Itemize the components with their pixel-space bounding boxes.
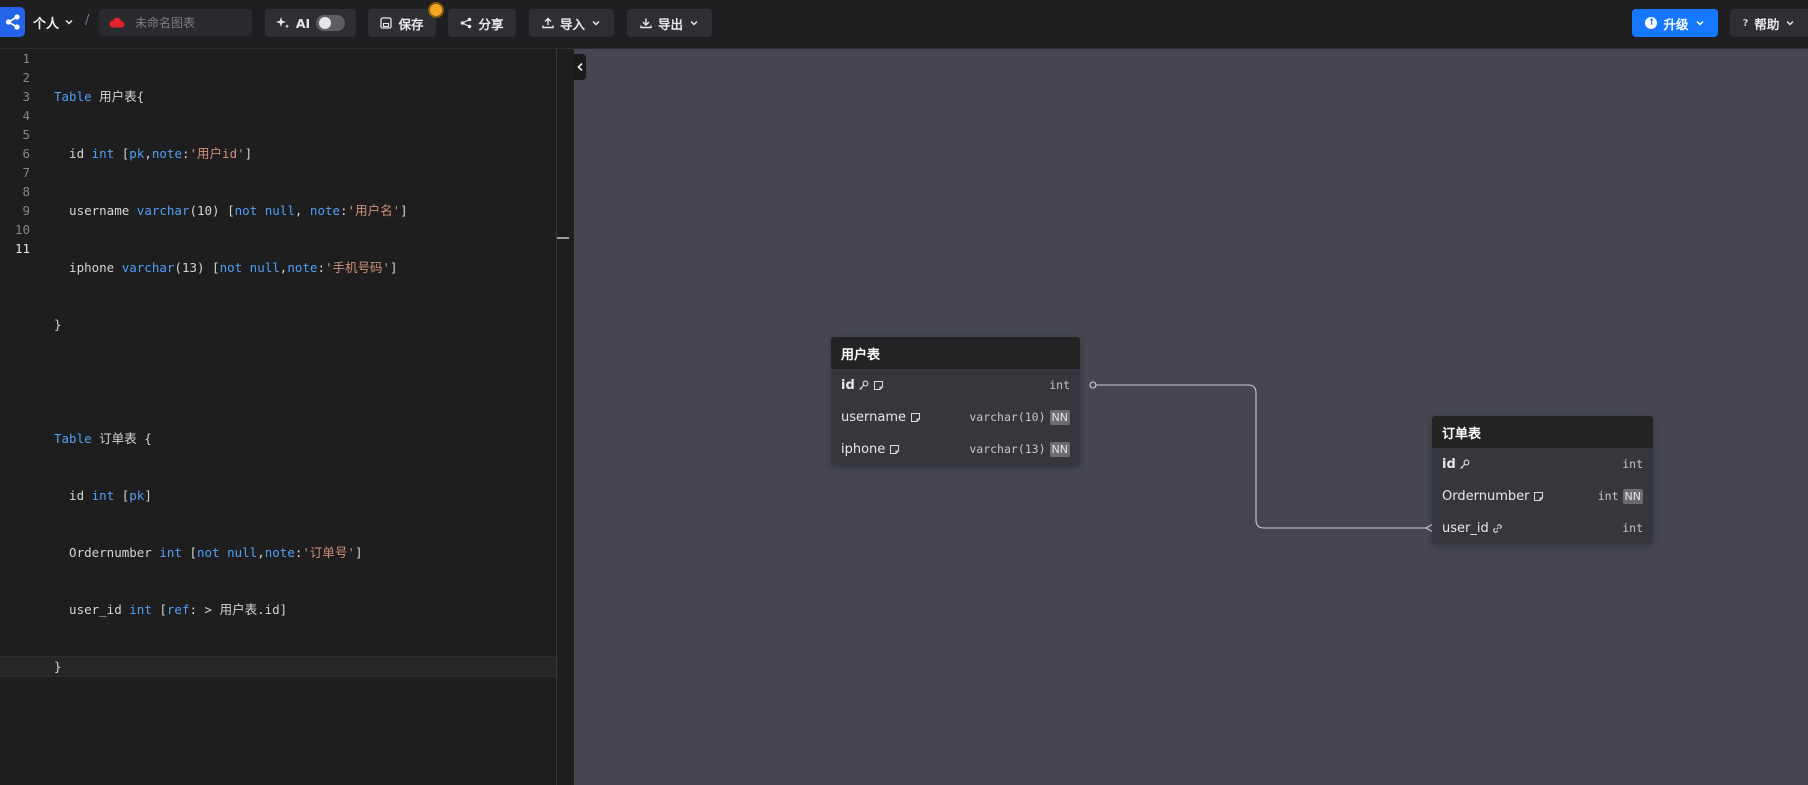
- field-type: int: [1049, 378, 1070, 392]
- workspace-selector[interactable]: 个人: [33, 12, 74, 32]
- code-line: }: [54, 317, 62, 332]
- line-number: 2: [22, 70, 30, 85]
- chevron-down-icon: [64, 17, 74, 27]
- save-icon: [380, 17, 393, 29]
- sparkles-icon: [275, 16, 290, 30]
- save-button[interactable]: 保存: [368, 9, 436, 37]
- code-line: id int [pk,note:'用户id']: [54, 146, 253, 161]
- table-header[interactable]: 订单表: [1432, 416, 1653, 448]
- chevron-down-icon: [689, 18, 699, 28]
- diagram-name-field[interactable]: [99, 9, 252, 36]
- field-name: id: [841, 378, 885, 393]
- field-name: user_id: [1442, 521, 1504, 536]
- field-type: varchar(13) NN: [969, 441, 1070, 457]
- help-button[interactable]: ? 帮助: [1730, 9, 1808, 37]
- download-icon: [640, 17, 652, 29]
- unsaved-indicator: [430, 4, 442, 16]
- line-numbers: 1 2 3 4 5 6 7 8 9 10 11: [0, 49, 30, 258]
- note-icon: [873, 379, 885, 391]
- line-number: 3: [22, 89, 30, 104]
- save-label: 保存: [398, 16, 424, 32]
- ai-button[interactable]: AI: [265, 9, 356, 37]
- ai-toggle[interactable]: [316, 15, 346, 31]
- table-field-row[interactable]: username varchar(10) NN: [831, 401, 1080, 433]
- table-card-orders[interactable]: 订单表 id int Ordernumber int NN user_id int: [1432, 416, 1653, 544]
- breadcrumb-separator: /: [85, 13, 90, 28]
- table-field-row[interactable]: Ordernumber int NN: [1432, 480, 1653, 512]
- table-field-row[interactable]: iphone varchar(13) NN: [831, 433, 1080, 465]
- key-icon: [858, 379, 870, 391]
- table-card-users[interactable]: 用户表 id int username varchar(10) NN iphone…: [831, 337, 1080, 465]
- import-label: 导入: [559, 16, 585, 32]
- code-line: Table 用户表{: [54, 89, 145, 104]
- note-icon: [1532, 490, 1544, 502]
- arrow-up-circle-icon: ↑: [1645, 17, 1658, 29]
- field-name: username: [841, 410, 921, 425]
- code-text[interactable]: Table 用户表{ id int [pk,note:'用户id'] usern…: [0, 49, 560, 714]
- code-line: Ordernumber int [not null,note:'订单号']: [54, 545, 363, 560]
- table-field-row[interactable]: id int: [1432, 448, 1653, 480]
- upload-icon: [542, 17, 554, 29]
- code-line: iphone varchar(13) [not null,note:'手机号码'…: [54, 260, 398, 275]
- share-button[interactable]: 分享: [448, 9, 516, 37]
- chevron-down-icon: [591, 18, 601, 28]
- field-type: int: [1622, 521, 1643, 535]
- collapse-editor-button[interactable]: [574, 54, 586, 80]
- line-number-active: 11: [14, 241, 30, 256]
- upgrade-label: 升级: [1663, 16, 1689, 32]
- field-name: id: [1442, 457, 1471, 472]
- line-number: 5: [22, 127, 30, 142]
- line-number: 8: [22, 184, 30, 199]
- import-button[interactable]: 导入: [529, 9, 614, 37]
- not-null-badge: NN: [1622, 488, 1643, 504]
- table-field-row[interactable]: user_id int: [1432, 512, 1653, 544]
- diagram-name-input[interactable]: [133, 14, 247, 31]
- field-type: int: [1622, 457, 1643, 471]
- line-number: 7: [22, 165, 30, 180]
- code-line: user_id int [ref: > 用户表.id]: [54, 602, 288, 617]
- line-number: 4: [22, 108, 30, 123]
- chevron-down-icon: [1785, 18, 1795, 28]
- cloud-icon: [109, 17, 125, 28]
- field-name: iphone: [841, 442, 900, 457]
- note-icon: [888, 443, 900, 455]
- help-label: 帮助: [1754, 16, 1780, 32]
- line-number: 6: [22, 146, 30, 161]
- workspace-label: 个人: [33, 16, 60, 32]
- app-logo-share-icon[interactable]: [0, 7, 25, 37]
- question-icon: ?: [1742, 17, 1749, 29]
- table-field-row[interactable]: id int: [831, 369, 1080, 401]
- editor-scrollbar[interactable]: [556, 49, 575, 785]
- code-line: Table 订单表 {: [54, 431, 152, 446]
- scrollbar-cursor-marker: [557, 237, 569, 239]
- code-line: username varchar(10) [not null, note:'用户…: [54, 203, 408, 218]
- field-type: int NN: [1597, 488, 1643, 504]
- code-line: id int [pk]: [54, 488, 152, 503]
- export-button[interactable]: 导出: [627, 9, 712, 37]
- chevron-down-icon: [1695, 18, 1705, 28]
- chevron-left-icon: [576, 62, 584, 72]
- share-icon: [460, 17, 472, 29]
- ai-label: AI: [295, 15, 311, 31]
- export-label: 导出: [657, 16, 683, 32]
- field-type: varchar(10) NN: [969, 409, 1070, 425]
- field-name: Ordernumber: [1442, 489, 1544, 504]
- share-label: 分享: [478, 16, 504, 32]
- line-number: 9: [22, 203, 30, 218]
- line-number: 10: [14, 222, 30, 237]
- link-icon: [1492, 522, 1504, 534]
- table-header[interactable]: 用户表: [831, 337, 1080, 369]
- code-line-current: }: [0, 656, 560, 677]
- line-number: 1: [22, 51, 30, 66]
- upgrade-button[interactable]: ↑ 升级: [1632, 9, 1718, 37]
- not-null-badge: NN: [1049, 409, 1070, 425]
- not-null-badge: NN: [1049, 441, 1070, 457]
- code-editor[interactable]: 1 2 3 4 5 6 7 8 9 10 11 Table 用户表{ id in…: [0, 49, 560, 785]
- top-bar: 个人 / AI 保存 分享: [0, 0, 1808, 49]
- key-icon: [1459, 458, 1471, 470]
- note-icon: [909, 411, 921, 423]
